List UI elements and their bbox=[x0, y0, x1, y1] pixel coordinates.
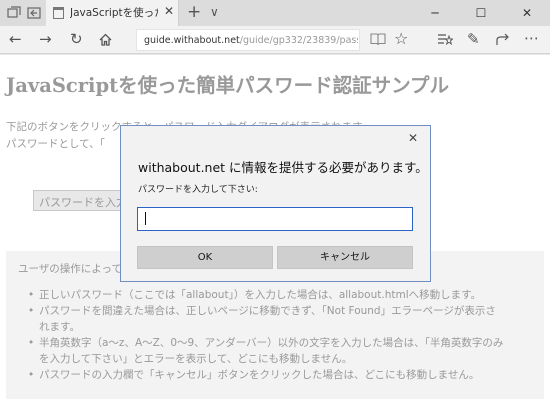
title-bar: JavaScriptを使った簡単パ ✕ + ∨ ─ ☐ ✕ bbox=[0, 0, 550, 26]
pen-notes-icon[interactable]: ✎ bbox=[467, 30, 480, 48]
list-item: パスワードを間違えた場合は、正しいページに移動できず、「Not Found」エラ… bbox=[28, 303, 506, 335]
list-item: 正しいパスワード（ここでは「allabout」）を入力した場合は、allabou… bbox=[28, 287, 506, 303]
tab-list-icon[interactable]: ∨ bbox=[210, 5, 219, 19]
password-input[interactable] bbox=[137, 207, 413, 231]
password-prompt-dialog: ✕ withabout.net に情報を提供する必要があります。 パスワードを入… bbox=[120, 125, 431, 282]
new-tab-icon[interactable]: + bbox=[187, 2, 201, 22]
minimize-button[interactable]: ─ bbox=[412, 0, 458, 26]
info-heading: ユーザの操作によって bbox=[18, 263, 122, 275]
info-list: 正しいパスワード（ここでは「allabout」）を入力した場合は、allabou… bbox=[28, 287, 506, 383]
share-icon[interactable] bbox=[495, 32, 511, 47]
reading-view-icon[interactable] bbox=[370, 32, 386, 47]
page-icon bbox=[53, 7, 64, 19]
text-caret bbox=[145, 212, 146, 225]
maximize-button[interactable]: ☐ bbox=[458, 0, 504, 26]
ok-button[interactable]: OK bbox=[137, 246, 273, 269]
list-item: パスワードの入力欄で「キャンセル」ボタンをクリックした場合は、どこにも移動しませ… bbox=[28, 367, 506, 383]
dialog-close-icon[interactable]: ✕ bbox=[408, 131, 418, 145]
refresh-icon[interactable]: ↻ bbox=[70, 30, 83, 48]
url-field[interactable]: guide.withabout.net/guide/gp332/23839/pa… bbox=[136, 29, 360, 51]
set-aside-tabs-icon[interactable] bbox=[27, 6, 41, 20]
forward-arrow-icon[interactable]: → bbox=[39, 30, 52, 48]
tab-preview-icon[interactable] bbox=[7, 6, 21, 20]
page-heading: JavaScriptを使った簡単パスワード認証サンプル bbox=[6, 74, 450, 97]
window-close-button[interactable]: ✕ bbox=[504, 0, 550, 26]
home-icon[interactable] bbox=[98, 32, 113, 47]
intro-line-2: パスワードとして、「 bbox=[6, 138, 105, 150]
tab-title: JavaScriptを使った簡単パ bbox=[70, 7, 158, 19]
favorite-star-icon[interactable]: ☆ bbox=[394, 29, 408, 48]
dialog-label: パスワードを入力して下さい: bbox=[138, 185, 258, 195]
cancel-button[interactable]: キャンセル bbox=[277, 246, 413, 269]
back-arrow-icon[interactable]: ← bbox=[9, 30, 22, 48]
browser-tab[interactable]: JavaScriptを使った簡単パ ✕ bbox=[46, 0, 179, 26]
more-options-icon[interactable]: ⋯ bbox=[524, 29, 539, 47]
tab-close-icon[interactable]: ✕ bbox=[164, 4, 174, 18]
dialog-title: withabout.net に情報を提供する必要があります。 bbox=[138, 160, 428, 175]
favorites-hub-icon[interactable] bbox=[437, 32, 453, 47]
url-text: guide.withabout.net/guide/gp332/23839/pa… bbox=[144, 35, 358, 46]
list-item: 半角英数字（a〜z、A〜Z、0〜9、アンダーバー）以外の文字を入力した場合は、「… bbox=[28, 335, 506, 367]
address-bar: ← → ↻ guide.withabout.net/guide/gp332/23… bbox=[0, 26, 550, 54]
